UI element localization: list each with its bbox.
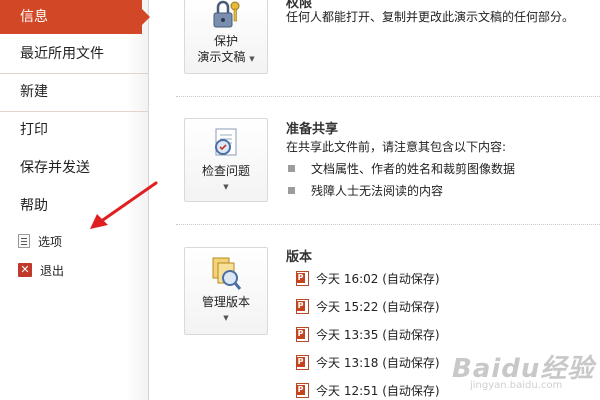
powerpoint-file-icon [296, 327, 309, 342]
powerpoint-file-icon [296, 299, 309, 314]
prepare-bullet-text: 残障人士无法阅读的内容 [311, 184, 444, 198]
nav-info-label: 信息 [20, 9, 48, 25]
protect-button-label-2: 演示文稿 ▼ [185, 49, 267, 67]
version-item-label: 今天 15:22 (自动保存) [316, 300, 440, 314]
section-separator [176, 224, 600, 225]
protect-presentation-button[interactable]: 保护 演示文稿 ▼ [184, 0, 268, 74]
protect-button-label-1: 保护 [213, 34, 238, 48]
version-item-label: 今天 13:35 (自动保存) [316, 328, 440, 342]
version-item-label: 今天 13:18 (自动保存) [316, 356, 440, 370]
manage-versions-label: 管理版本 [201, 295, 250, 309]
powerpoint-file-icon [296, 355, 309, 370]
protect-button-label-2-text: 演示文稿 [197, 50, 246, 64]
inspect-document-icon [215, 128, 237, 156]
prepare-title: 准备共享 [286, 122, 339, 137]
nav-exit[interactable]: ✕ 退出 [18, 260, 64, 280]
prepare-bullet: 文档属性、作者的姓名和裁剪图像数据 [288, 160, 515, 177]
nav-help-label: 帮助 [20, 198, 48, 214]
version-item[interactable]: 今天 16:02 (自动保存) [296, 270, 440, 287]
powerpoint-file-icon [296, 271, 309, 286]
nav-exit-label: 退出 [40, 263, 65, 278]
version-item-label: 今天 16:02 (自动保存) [316, 272, 440, 286]
powerpoint-file-icon [296, 383, 309, 398]
nav-new-label: 新建 [20, 84, 48, 100]
nav-divider [0, 73, 148, 74]
nav-info[interactable]: 信息 [0, 0, 150, 34]
baidu-watermark-url: jingyan.baidu.com [470, 380, 563, 391]
dropdown-arrow-icon: ▼ [223, 183, 229, 191]
red-arrow-annotation [90, 181, 158, 229]
nav-print-label: 打印 [20, 122, 48, 138]
nav-divider [0, 111, 148, 112]
section-separator [176, 96, 600, 97]
version-item[interactable]: 今天 15:22 (自动保存) [296, 298, 440, 315]
check-issues-button[interactable]: 检查问题 ▼ [184, 118, 268, 202]
version-item[interactable]: 今天 13:18 (自动保存) [296, 354, 440, 371]
nav-recent-files[interactable]: 最近所用文件 [0, 37, 148, 71]
prepare-description: 在共享此文件前，请注意其包含以下内容: [286, 140, 507, 154]
nav-print[interactable]: 打印 [0, 113, 148, 147]
exit-icon: ✕ [18, 263, 32, 277]
nav-recent-label: 最近所用文件 [20, 46, 104, 62]
versions-title: 版本 [286, 250, 313, 265]
nav-save-send-label: 保存并发送 [20, 160, 90, 176]
bullet-square-icon [288, 165, 295, 172]
dropdown-arrow-icon: ▼ [223, 314, 229, 322]
lock-key-icon [213, 0, 240, 28]
options-icon [18, 234, 30, 248]
version-item-label: 今天 12:51 (自动保存) [316, 384, 440, 398]
nav-options-label: 选项 [38, 234, 63, 249]
protect-description: 任何人都能打开、复制并更改此演示文稿的任何部分。 [286, 10, 575, 24]
version-item[interactable]: 今天 12:51 (自动保存) [296, 382, 440, 399]
manage-versions-button[interactable]: 管理版本 ▼ [184, 247, 268, 335]
bullet-square-icon [288, 187, 295, 194]
nav-new[interactable]: 新建 [0, 75, 148, 109]
nav-options[interactable]: 选项 [18, 231, 62, 251]
prepare-bullet: 残障人士无法阅读的内容 [288, 182, 443, 199]
dropdown-arrow-icon: ▼ [249, 55, 255, 63]
manage-versions-icon [212, 257, 242, 290]
version-item[interactable]: 今天 13:35 (自动保存) [296, 326, 440, 343]
prepare-bullet-text: 文档属性、作者的姓名和裁剪图像数据 [311, 162, 516, 176]
check-issues-label: 检查问题 [201, 164, 250, 178]
